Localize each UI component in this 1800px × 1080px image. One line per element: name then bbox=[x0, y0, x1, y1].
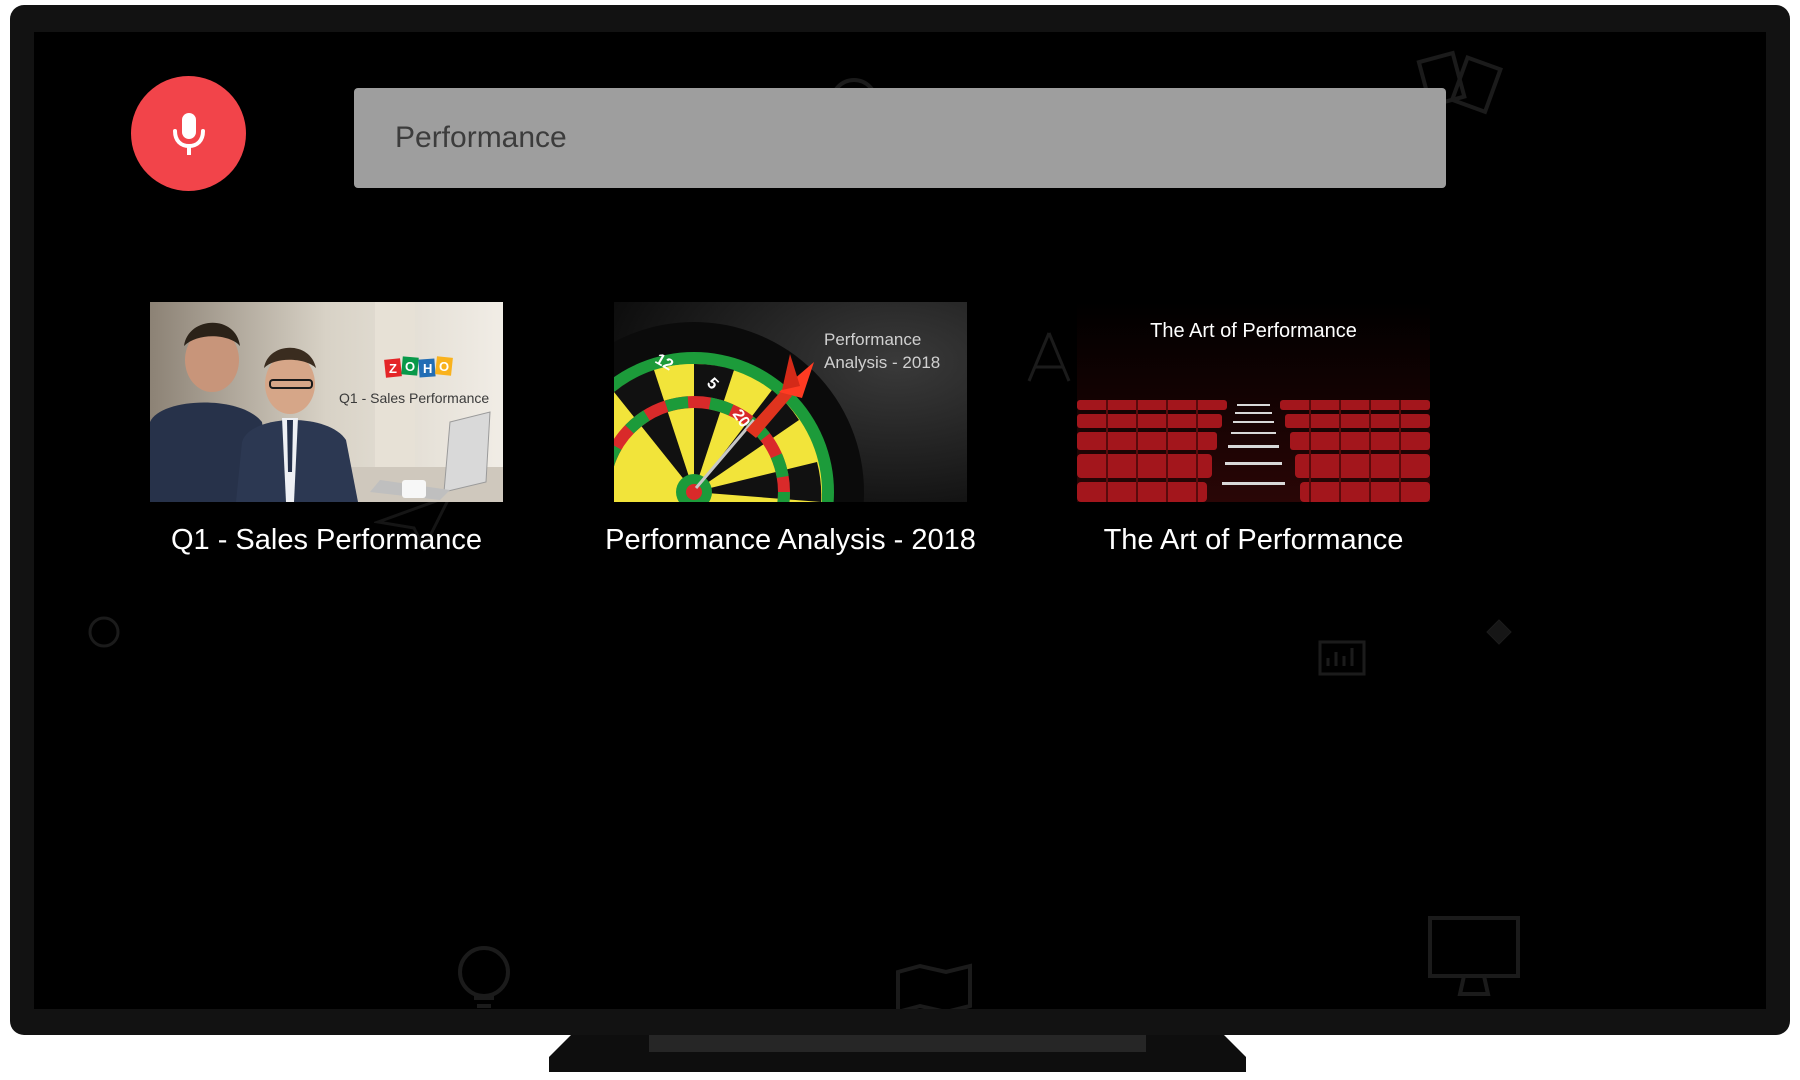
result-title: Q1 - Sales Performance bbox=[170, 524, 483, 556]
result-title: Performance Analysis - 2018 bbox=[605, 524, 976, 556]
result-thumbnail: 12 5 20 Performance Analysis - 2018 bbox=[614, 302, 967, 502]
result-thumbnail: The Art of Performance bbox=[1077, 302, 1430, 502]
decorative-chart-icon bbox=[1318, 640, 1366, 676]
result-thumbnail: Z O H O Q1 - Sales Performance bbox=[150, 302, 503, 502]
decorative-circle-icon bbox=[88, 616, 120, 648]
tv-screen: Z O H O Q1 - Sales Performance Q1 - Sale… bbox=[34, 32, 1766, 1009]
svg-text:H: H bbox=[423, 361, 432, 376]
microphone-icon bbox=[172, 112, 205, 155]
thumbnail-caption: Q1 - Sales Performance bbox=[339, 390, 490, 406]
decorative-compass-icon bbox=[1027, 332, 1071, 382]
svg-text:Z: Z bbox=[389, 361, 397, 376]
thumbnail-caption: The Art of Performance bbox=[1150, 320, 1357, 342]
thumbnail-caption-line2: Analysis - 2018 bbox=[824, 353, 941, 372]
thumbnail-caption-line1: Performance bbox=[824, 330, 922, 349]
voice-search-button[interactable] bbox=[131, 76, 246, 191]
decorative-monitor-icon bbox=[1428, 916, 1520, 996]
decorative-lightbulb-icon bbox=[458, 946, 510, 1008]
decorative-diamond-icon bbox=[1486, 619, 1512, 645]
tv-stand-highlight bbox=[649, 1035, 1146, 1052]
tv-bezel: Z O H O Q1 - Sales Performance Q1 - Sale… bbox=[10, 5, 1790, 1035]
result-card[interactable]: The Art of Performance The Art of Perfor… bbox=[1077, 302, 1430, 556]
svg-text:O: O bbox=[439, 359, 449, 374]
search-input[interactable] bbox=[393, 120, 1397, 156]
search-box[interactable] bbox=[354, 88, 1446, 188]
result-card[interactable]: 12 5 20 Performance Analysis - 2018 Perf… bbox=[605, 302, 976, 556]
result-card[interactable]: Z O H O Q1 - Sales Performance Q1 - Sale… bbox=[150, 302, 503, 556]
decorative-map-icon bbox=[896, 963, 972, 1009]
result-title: The Art of Performance bbox=[1103, 524, 1404, 556]
svg-text:O: O bbox=[405, 359, 415, 374]
